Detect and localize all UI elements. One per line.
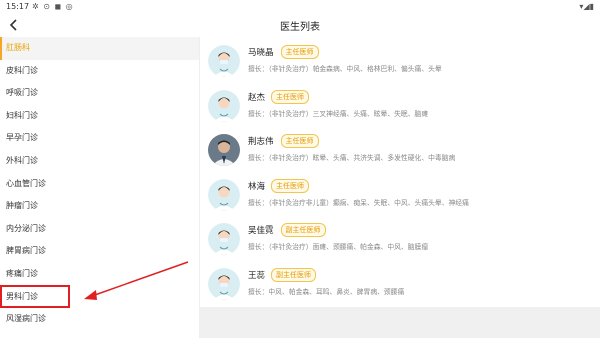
empty-area [200,307,600,338]
doctor-title-badge: 副主任医师 [271,267,316,282]
sidebar-item[interactable]: 肛肠科 [0,37,199,60]
department-sidebar: 肛肠科 皮科门诊 呼吸门诊 妇科门诊 早孕门诊 外科门诊 心血管门诊 肿瘤门诊 内分泌门诊 脾胃病… [0,37,200,338]
doctor-row[interactable]: 荆志伟 主任医师擅长：（非针灸治疗）眩晕、头痛、共济失调、多发性硬化、中毒脑病 [200,126,600,171]
doctor-name: 马晓晶 [248,48,274,58]
avatar [208,89,240,122]
doctor-name: 荆志伟 [248,137,274,147]
notification-icons: ✲ ⊙ ◼ ◎ [32,2,74,11]
doctor-title-badge: 主任医师 [280,134,319,148]
doctor-row[interactable]: 王蕊 副主任医师擅长：中风、帕金森、耳鸣、鼻炎、脾胃病、颈腰痛 [200,260,600,305]
sidebar-item[interactable]: 脾胃病门诊 [0,240,199,263]
avatar [208,134,240,166]
sidebar-item[interactable]: 风湿病门诊 [0,308,199,331]
doctor-name: 王蕊 [248,270,266,281]
avatar [208,267,240,300]
status-bar: 15:17 ✲ ⊙ ◼ ◎ ▾◢▮ [0,0,600,14]
doctor-title-badge: 主任医师 [271,89,309,104]
avatar [208,178,240,211]
doctor-row[interactable]: 林海 主任医师擅长：（非针灸治疗非儿童）癫痫、痴呆、失眠、中风、头痛头晕、神经痛 [200,171,600,216]
sidebar-item[interactable]: 男科门诊 [0,286,199,309]
doctor-list-panel: 马晓晶 主任医师 擅长：（非针灸治疗）帕金森病、中风、格林巴利、偏头痛、头晕 赵杰 主任… [200,37,600,338]
system-icons: ▾◢▮ [579,2,594,11]
doctor-name: 赵杰 [248,92,266,103]
doctor-specialty: 擅长：（非针灸治疗非儿童）癫痫、痴呆、失眠、中风、头痛头晕、神经痛 [248,198,469,207]
status-time: 15:17 [6,2,30,11]
sidebar-item[interactable]: 肿瘤门诊 [0,195,199,218]
sidebar-item[interactable]: 疼痛门诊 [0,263,199,286]
doctor-title-badge: 主任医师 [271,178,309,193]
doctor-row[interactable]: 吴佳霓 副主任医师擅长：（非针灸治疗）面瘫、颈腰痛、帕金森、中风、脑膜瘤 [200,215,600,260]
doctor-row[interactable]: 马晓晶 主任医师擅长：（非针灸治疗）帕金森病、中风、格林巴利、偏头痛、头晕 [200,37,600,82]
doctor-specialty: 擅长：（非针灸治疗）帕金森病、中风、格林巴利、偏头痛、头晕 [248,65,442,73]
doctor-row[interactable]: 赵杰 主任医师擅长：（非针灸治疗）三叉神经痛、头痛、眩晕、失眠、脑瘫 [200,82,600,127]
doctor-avatar-icon [208,45,240,77]
doctor-specialty: 擅长：（非针灸治疗）三叉神经痛、头痛、眩晕、失眠、脑瘫 [248,109,429,118]
sidebar-item[interactable]: 呼吸门诊 [0,82,199,105]
avatar [208,223,240,255]
top-bar: 医生列表 [0,14,600,36]
avatar [208,45,240,77]
sidebar-item[interactable]: 妇科门诊 [0,105,199,128]
doctor-name: 吴佳霓 [248,226,274,236]
doctor-title-badge: 主任医师 [280,45,319,59]
doctor-avatar-icon [208,223,240,255]
doctor-specialty: 擅长：中风、帕金森、耳鸣、鼻炎、脾胃病、颈腰痛 [248,287,405,296]
doctor-photo-icon [208,134,240,166]
doctor-name: 林海 [248,181,266,192]
doctor-specialty: 擅长：（非针灸治疗）眩晕、头痛、共济失调、多发性硬化、中毒脑病 [248,154,456,162]
doctor-avatar-icon [208,178,240,211]
doctor-list: 马晓晶 主任医师 擅长：（非针灸治疗）帕金森病、中风、格林巴利、偏头痛、头晕 赵杰 主任… [200,37,600,307]
doctor-avatar-icon [208,267,240,300]
doctor-avatar-icon [208,89,240,122]
sidebar-item[interactable]: 早孕门诊 [0,127,199,150]
sidebar-item[interactable]: 外科门诊 [0,150,199,173]
sidebar-item[interactable]: 皮科门诊 [0,60,199,83]
doctor-specialty: 擅长：（非针灸治疗）面瘫、颈腰痛、帕金森、中风、脑膜瘤 [248,243,429,251]
sidebar-item[interactable]: 内分泌门诊 [0,218,199,241]
doctor-title-badge: 副主任医师 [280,223,326,237]
sidebar-item[interactable]: 心血管门诊 [0,173,199,196]
page-title: 医生列表 [280,22,320,33]
